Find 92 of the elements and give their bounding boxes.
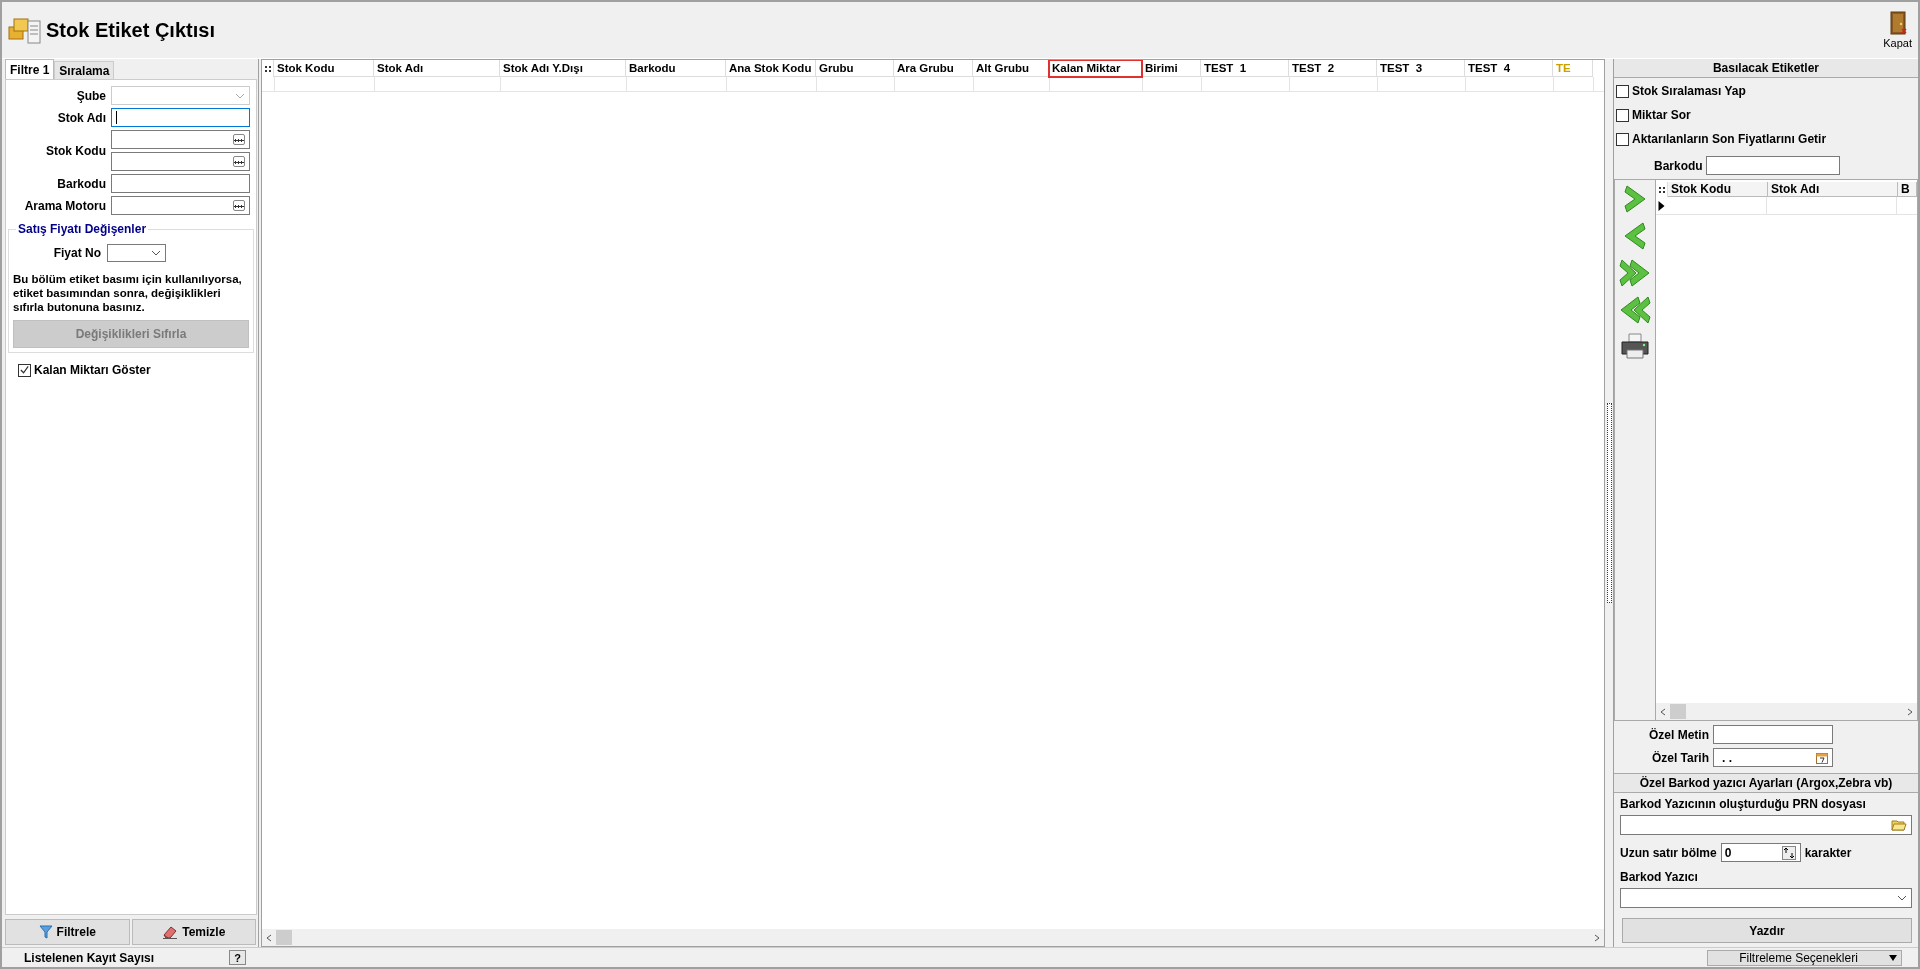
window-title: Stok Etiket Çıktısı [46, 18, 215, 42]
field-label: Şube [75, 88, 107, 103]
scroll-right-icon[interactable] [1594, 933, 1600, 942]
field-label: Barkodu [56, 176, 107, 191]
column-header[interactable]: TEST 4 [1465, 60, 1553, 77]
tab[interactable]: Sıralama [54, 61, 115, 79]
column-header[interactable]: Stok Adı Y.Dışı [500, 60, 626, 77]
scrollbar-thumb[interactable] [276, 930, 292, 945]
note-text: Bu bölüm etiket basımı için kullanılıyorsa, etiket basımından sonra, değişiklikleri sıfırla butonuna basınız. [13, 272, 243, 314]
column-header[interactable]: Ana Stok Kodu [726, 60, 816, 77]
input-field[interactable] [111, 152, 250, 171]
chevron-down-icon [151, 250, 161, 256]
horizontal-scrollbar[interactable] [262, 929, 1604, 946]
number-field[interactable]: 0 [1720, 843, 1801, 862]
grip-icon [262, 60, 274, 77]
select-field[interactable] [107, 244, 166, 262]
folder-icon[interactable] [1891, 818, 1907, 832]
field-label: Arama Motoru [23, 198, 107, 213]
input-field[interactable] [111, 174, 250, 193]
calendar-icon[interactable] [1816, 751, 1828, 764]
column-header[interactable]: Stok Adı [374, 60, 500, 77]
print-button[interactable]: Yazdır [1622, 918, 1912, 943]
close-button[interactable]: Kapat [1883, 11, 1912, 49]
column-header[interactable]: Barkodu [626, 60, 726, 77]
chevron-down-icon [1897, 895, 1907, 901]
checkbox-option[interactable]: Aktarılanların Son Fiyatlarını Getir [1616, 132, 1918, 146]
eraser-icon [162, 925, 179, 939]
ellipsis-icon[interactable] [233, 134, 245, 145]
boxes-icon [8, 15, 42, 45]
checkbox[interactable] [1616, 108, 1629, 122]
field-label: Uzun satır bölme [1620, 845, 1717, 860]
printer-select[interactable] [1620, 888, 1912, 908]
column-header[interactable]: Birimi [1142, 60, 1201, 77]
spin-arrows-icon[interactable] [1781, 845, 1796, 860]
column-header[interactable]: Grubu [816, 60, 894, 77]
double-chevron-left-icon[interactable] [1619, 295, 1651, 325]
filter-button[interactable]: Filtrele [5, 919, 130, 945]
input-field[interactable] [111, 196, 250, 215]
filter-options-button[interactable]: Filtreleme Seçenekleri [1707, 949, 1902, 966]
field-label: Fiyat No [52, 246, 102, 260]
date-field[interactable]: . . [1713, 748, 1833, 767]
chevron-down-icon [235, 92, 245, 99]
column-header[interactable]: TEST 2 [1289, 60, 1377, 77]
checkbox-option[interactable]: Stok Sıralaması Yap [1616, 84, 1918, 98]
section-header: Özel Barkod yazıcı Ayarları (Argox,Zebra vb) [1614, 773, 1918, 793]
checkbox-option[interactable]: Miktar Sor [1616, 108, 1918, 122]
caret-down-icon [1889, 954, 1897, 961]
funnel-icon [38, 925, 53, 939]
scroll-right-icon[interactable] [1907, 707, 1913, 716]
column-header[interactable]: Stok Adı [1768, 182, 1898, 197]
panel-header: Basılacak Etiketler [1614, 59, 1918, 78]
column-header[interactable]: B [1898, 182, 1917, 197]
unit-label: karakter [1804, 845, 1852, 860]
field-label: Özel Tarih [1650, 750, 1709, 765]
double-chevron-right-icon[interactable] [1619, 258, 1651, 288]
record-count-label: Listelenen Kayıt Sayısı [24, 950, 156, 965]
input-field[interactable] [1705, 156, 1840, 175]
field-label: Stok Kodu [45, 143, 107, 158]
input-field[interactable] [111, 130, 250, 149]
column-header[interactable]: Alt Grubu [973, 60, 1049, 77]
field-label: Barkod Yazıcının oluşturduğu PRN dosyası [1620, 797, 1867, 811]
field-label: Stok Adı [56, 110, 107, 125]
tab[interactable]: Filtre 1 [5, 59, 55, 79]
horizontal-scrollbar[interactable] [1656, 703, 1917, 720]
scrollbar-thumb[interactable] [1670, 704, 1686, 719]
help-button[interactable]: ? [229, 950, 246, 965]
select-field[interactable] [111, 86, 250, 105]
field-label: Barkod Yazıcı [1620, 870, 1699, 884]
row-pointer-icon [1656, 200, 1667, 211]
column-header[interactable]: TEST 1 [1201, 60, 1289, 77]
checkbox[interactable] [18, 363, 31, 377]
door-icon [1887, 11, 1908, 35]
column-header[interactable]: Ara Grubu [894, 60, 973, 77]
group-title: Satış Fiyatı Değişenler [16, 222, 149, 236]
field-label: Özel Metin [1648, 727, 1709, 742]
ellipsis-icon[interactable] [233, 200, 245, 211]
column-header[interactable]: TEST 3 [1377, 60, 1465, 77]
input-field[interactable] [1713, 725, 1833, 744]
scroll-left-icon[interactable] [266, 933, 272, 942]
ellipsis-icon[interactable] [233, 156, 245, 167]
file-path-field[interactable] [1620, 815, 1912, 835]
field-label: Barkodu [1654, 158, 1703, 173]
column-header[interactable]: Kalan Miktar [1049, 60, 1142, 77]
checkbox[interactable] [1616, 84, 1629, 98]
clear-button[interactable]: Temizle [131, 919, 256, 945]
column-header[interactable]: Stok Kodu [1668, 182, 1768, 197]
checkbox-option[interactable]: Kalan Miktarı Göster [18, 363, 256, 377]
column-header[interactable]: Stok Kodu [274, 60, 374, 77]
checkbox[interactable] [1616, 132, 1629, 146]
scroll-left-icon[interactable] [1660, 707, 1666, 716]
input-field[interactable] [111, 108, 250, 127]
printer-icon[interactable] [1620, 332, 1650, 360]
